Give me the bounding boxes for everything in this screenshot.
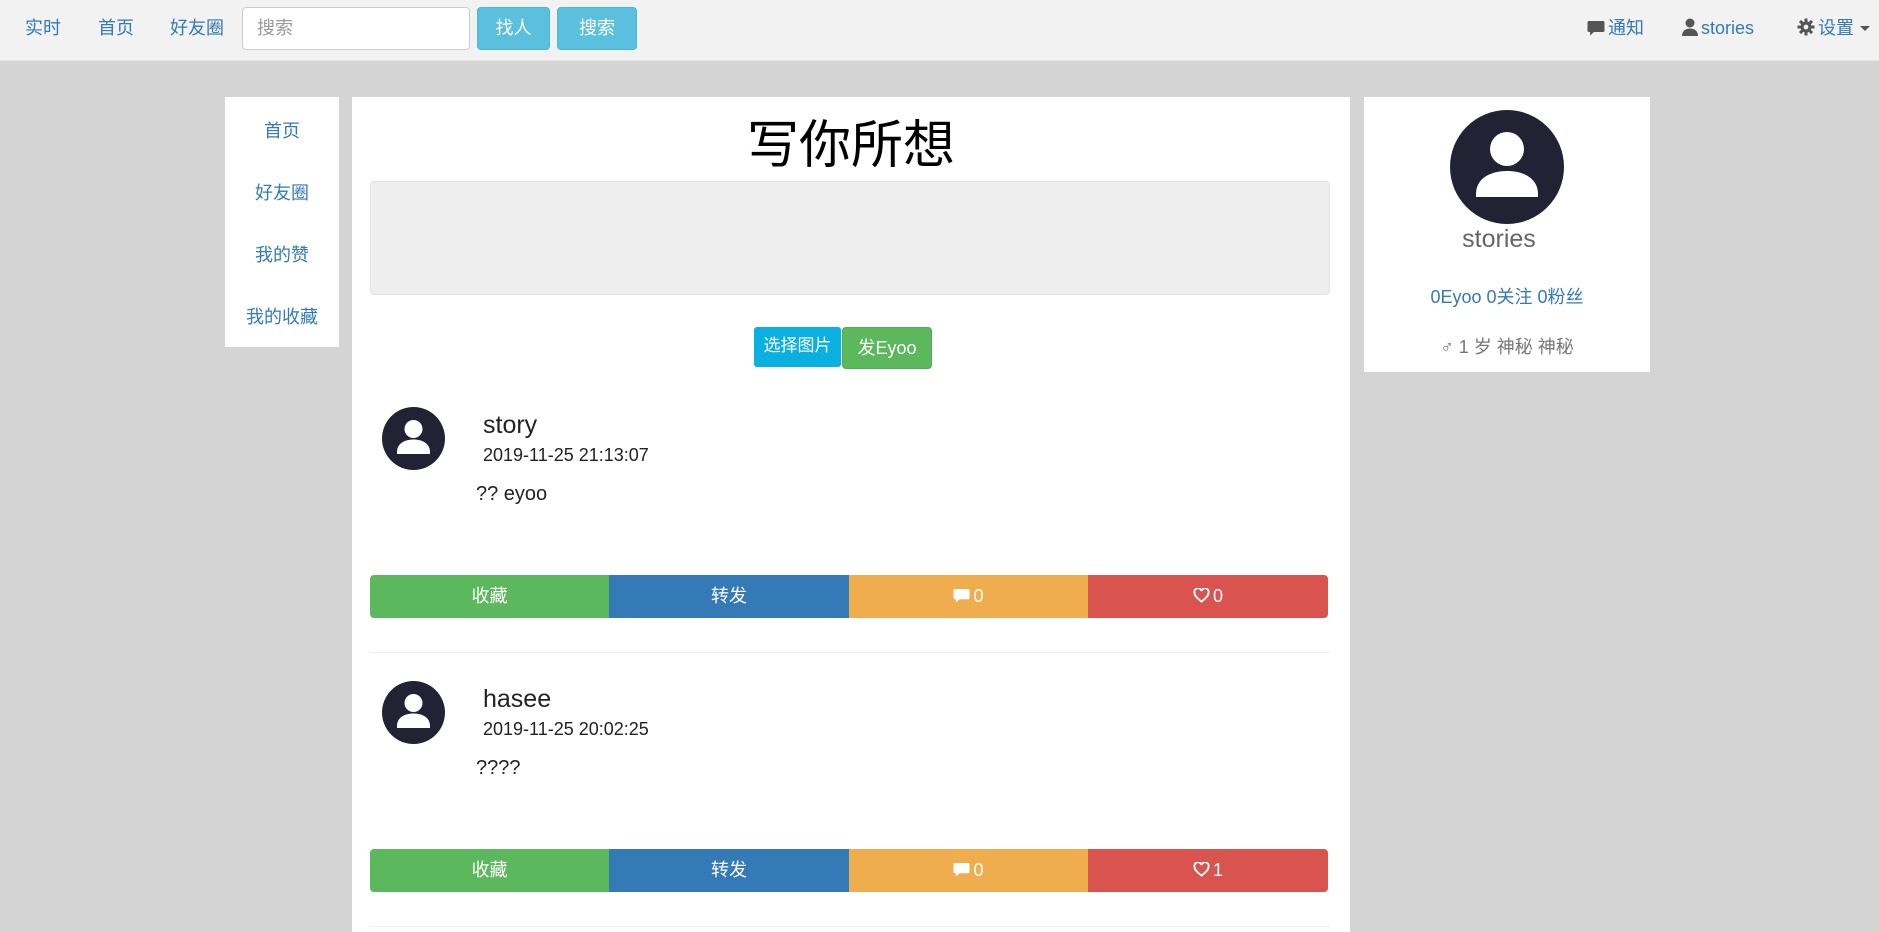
post-action-bar: 收藏 转发 0 0 [370,575,1328,618]
favorite-button[interactable]: 收藏 [370,575,609,618]
profile-stats: 0Eyoo 0关注 0粉丝 [1364,283,1650,309]
top-navbar: 实时 首页 好友圈 找人 搜索 通知 stories 设置 [0,0,1879,61]
profile-info: ♂ 1 岁 神秘 神秘 [1364,333,1650,359]
gear-icon [1797,18,1815,36]
post-username[interactable]: hasee [483,685,551,714]
post-eyoo-button[interactable]: 发Eyoo [842,327,932,369]
post-item: story 2019-11-25 21:13:07 ?? eyoo 收藏 转发 … [352,407,1350,681]
pick-image-button[interactable]: 选择图片 [754,327,841,367]
sidebar-item-my-favorites[interactable]: 我的收藏 [225,303,339,329]
notifications-link[interactable]: 通知 [1587,0,1644,57]
notifications-label: 通知 [1608,18,1644,38]
heart-icon [1193,861,1210,877]
comment-count: 0 [973,860,984,880]
nav-link-home[interactable]: 首页 [98,0,134,57]
compose-textarea[interactable] [370,181,1330,295]
eyoo-count-link[interactable]: 0Eyoo [1430,287,1481,307]
comment-icon [1587,21,1605,36]
like-button[interactable]: 0 [1088,575,1328,618]
find-people-button[interactable]: 找人 [477,7,550,50]
post-content: ???? [476,757,521,779]
comment-button[interactable]: 0 [849,849,1088,892]
post-action-bar: 收藏 转发 0 1 [370,849,1328,892]
followers-count-link[interactable]: 0粉丝 [1538,287,1584,307]
search-button[interactable]: 搜索 [557,7,637,50]
post-divider [370,926,1330,927]
avatar-icon[interactable] [382,407,445,470]
heart-icon [1193,587,1210,603]
search-input[interactable] [242,7,470,50]
user-menu-link[interactable]: stories [1682,0,1754,57]
post-divider [370,652,1330,653]
like-count: 1 [1212,860,1223,880]
comment-icon [954,862,970,877]
nav-link-realtime[interactable]: 实时 [25,0,61,57]
post-username[interactable]: story [483,411,537,440]
comment-icon [954,588,970,603]
gender-icon: ♂ [1440,337,1454,357]
user-label: stories [1701,18,1755,38]
user-icon [1682,18,1698,36]
left-sidebar: 首页 好友圈 我的赞 我的收藏 [225,97,339,347]
avatar-icon[interactable] [382,681,445,744]
repost-button[interactable]: 转发 [609,575,849,618]
post-content: ?? eyoo [476,483,548,505]
sidebar-item-friends[interactable]: 好友圈 [225,179,339,205]
main-feed: 写你所想 选择图片 发Eyoo story 2019-11-25 21:13:0… [352,97,1350,932]
post-item: hasee 2019-11-25 20:02:25 ???? 收藏 转发 0 1 [352,681,1350,932]
favorite-button[interactable]: 收藏 [370,849,609,892]
repost-button[interactable]: 转发 [609,849,849,892]
like-count: 0 [1212,586,1223,606]
settings-dropdown[interactable]: 设置 [1797,0,1870,57]
sidebar-item-home[interactable]: 首页 [225,117,339,143]
comment-button[interactable]: 0 [849,575,1088,618]
compose-title: 写你所想 [746,116,955,176]
profile-details: 1 岁 神秘 神秘 [1458,337,1574,357]
comment-count: 0 [973,586,984,606]
sidebar-item-my-likes[interactable]: 我的赞 [225,241,339,267]
nav-link-friends[interactable]: 好友圈 [170,0,224,57]
like-button[interactable]: 1 [1088,849,1328,892]
chevron-down-icon [1860,26,1870,31]
post-timestamp: 2019-11-25 21:13:07 [483,445,649,465]
profile-card: stories 0Eyoo 0关注 0粉丝 ♂ 1 岁 神秘 神秘 [1364,97,1650,372]
settings-label: 设置 [1818,18,1854,38]
avatar-icon[interactable] [1450,110,1564,224]
following-count-link[interactable]: 0关注 [1487,287,1533,307]
profile-username: stories [1462,225,1536,253]
post-timestamp: 2019-11-25 20:02:25 [483,719,649,739]
